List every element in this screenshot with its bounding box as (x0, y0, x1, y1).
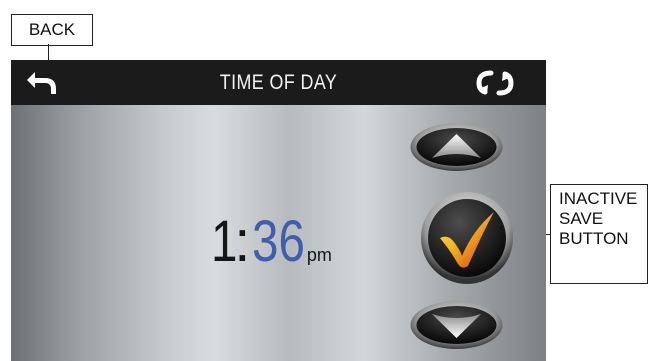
save-button-callout: INACTIVE SAVE BUTTON (550, 184, 648, 284)
time-hour: 1 (211, 209, 237, 274)
save-callout-line-1: INACTIVE (559, 189, 638, 208)
page-title: TIME OF DAY (219, 71, 338, 94)
header-bar: TIME OF DAY (11, 60, 546, 105)
back-callout-text: BACK (28, 20, 76, 39)
down-arrow-icon (410, 301, 503, 349)
save-callout-line-2: SAVE (559, 209, 604, 228)
increment-up-button[interactable] (409, 122, 504, 172)
refresh-icon (476, 70, 514, 96)
save-callout-line-3: BUTTON (559, 229, 629, 248)
checkmark-icon (421, 192, 513, 284)
time-separator: : (234, 209, 251, 274)
save-button[interactable] (418, 190, 516, 286)
decrement-down-button[interactable] (409, 300, 504, 350)
back-callout-label: BACK (11, 14, 93, 46)
time-display: 1 : 36 pm (211, 208, 332, 274)
refresh-button[interactable] (469, 67, 521, 99)
up-arrow-icon (410, 123, 503, 171)
time-ampm: pm (306, 245, 332, 265)
time-minutes: 36 (252, 209, 306, 274)
